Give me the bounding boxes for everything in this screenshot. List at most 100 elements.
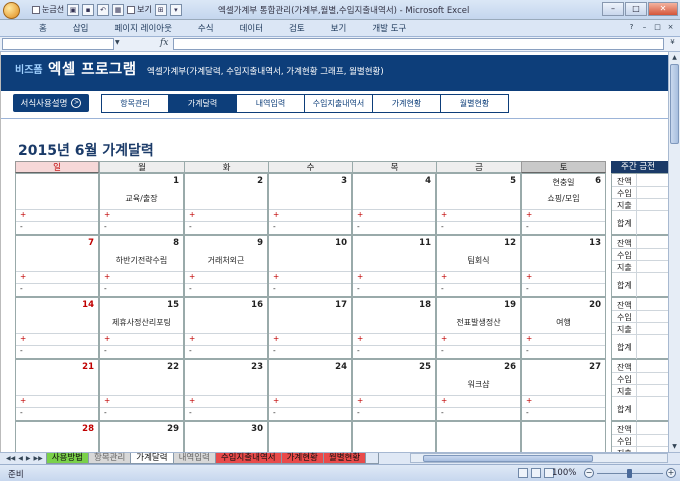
calendar-day-cell[interactable]: 1 교육/출장 + - [99, 173, 184, 235]
page-layout-view-icon[interactable] [531, 468, 541, 478]
calendar-day-cell[interactable]: 22 + - [99, 359, 184, 421]
calendar-day-cell[interactable]: +- [436, 421, 521, 452]
income-marker[interactable]: + [273, 210, 279, 219]
income-marker[interactable]: + [20, 272, 26, 281]
calendar-day-cell[interactable]: 2 + - [184, 173, 268, 235]
calendar-day-cell[interactable]: 19 전표발생정산 + - [436, 297, 521, 359]
usage-guide-button[interactable]: 서식사용설명 > [13, 94, 89, 112]
calendar-day-cell[interactable]: 24 + - [268, 359, 352, 421]
income-marker[interactable]: + [273, 334, 279, 343]
expense-marker[interactable]: - [104, 408, 107, 417]
sheet-tab[interactable]: 가계달력 [130, 453, 174, 464]
formula-input[interactable] [173, 38, 664, 50]
calendar-day-cell[interactable]: 28+- [15, 421, 99, 452]
name-box[interactable] [2, 38, 114, 50]
income-marker[interactable]: + [189, 334, 195, 343]
vertical-scrollbar[interactable]: ▲ ▼ [668, 52, 680, 452]
grid-icon[interactable]: ⊞ [154, 3, 167, 16]
horizontal-scrollbar[interactable] [410, 453, 668, 463]
calendar-day-cell[interactable]: 15 제휴사정산리포팅 + - [99, 297, 184, 359]
sheet-tab[interactable]: 월별현황 [322, 453, 367, 464]
expense-marker[interactable]: - [357, 284, 360, 293]
ribbon-restore-icon[interactable]: □ [652, 22, 663, 33]
tab-data[interactable]: 데이터 [227, 22, 276, 34]
calendar-day-cell[interactable]: 29+- [99, 421, 184, 452]
expense-marker[interactable]: - [20, 222, 23, 231]
expense-marker[interactable]: - [104, 346, 107, 355]
calendar-day-cell[interactable]: +- [15, 173, 99, 235]
zoom-out-icon[interactable]: − [584, 468, 594, 478]
calendar-day-cell[interactable]: 7 + - [15, 235, 99, 297]
minimize-button[interactable]: – [602, 2, 624, 16]
view-checkbox[interactable]: 보기 [127, 4, 152, 15]
sheet-tab[interactable]: 수입지출내역서 [214, 453, 282, 464]
next-sheet-icon[interactable]: ▶ [26, 455, 31, 462]
nav-tab-status[interactable]: 가계현황 [373, 94, 441, 113]
close-button[interactable]: ✕ [648, 2, 678, 16]
scroll-up-icon[interactable]: ▲ [669, 52, 680, 63]
tab-home[interactable]: 홈 [26, 22, 60, 34]
calendar-day-cell[interactable]: 14 + - [15, 297, 99, 359]
last-sheet-icon[interactable]: ▶▶ [33, 455, 42, 462]
expense-marker[interactable]: - [526, 408, 529, 417]
income-marker[interactable]: + [104, 334, 110, 343]
ribbon-close-icon[interactable]: × [665, 22, 676, 33]
expense-marker[interactable]: - [189, 408, 192, 417]
tab-review[interactable]: 검토 [276, 22, 318, 34]
income-marker[interactable]: + [104, 210, 110, 219]
expense-marker[interactable]: - [189, 346, 192, 355]
nav-tab-entry[interactable]: 내역입력 [237, 94, 305, 113]
income-marker[interactable]: + [273, 396, 279, 405]
tab-formulas[interactable]: 수식 [185, 22, 227, 34]
calendar-day-cell[interactable]: 30+- [184, 421, 268, 452]
calendar-day-cell[interactable]: 13 + - [521, 235, 606, 297]
nav-tab-monthly[interactable]: 월별현황 [441, 94, 509, 113]
income-marker[interactable]: + [441, 334, 447, 343]
calendar-day-cell[interactable]: +- [352, 421, 436, 452]
calendar-day-cell[interactable]: 16 + - [184, 297, 268, 359]
income-marker[interactable]: + [441, 272, 447, 281]
calendar-day-cell[interactable]: 10 + - [268, 235, 352, 297]
calendar-day-cell[interactable]: 21 + - [15, 359, 99, 421]
zoom-slider-knob[interactable] [627, 469, 632, 478]
income-marker[interactable]: + [20, 210, 26, 219]
nav-tab-items[interactable]: 항목관리 [101, 94, 169, 113]
income-marker[interactable]: + [526, 334, 532, 343]
first-sheet-icon[interactable]: ◀◀ [6, 455, 15, 462]
calendar-day-cell[interactable]: 23 + - [184, 359, 268, 421]
calendar-day-cell[interactable]: +- [268, 421, 352, 452]
expense-marker[interactable]: - [526, 346, 529, 355]
customize-dropdown-icon[interactable]: ▾ [169, 3, 182, 16]
expense-marker[interactable]: - [273, 284, 276, 293]
fx-icon[interactable]: fx [160, 38, 168, 48]
calendar-day-cell[interactable]: 4 + - [352, 173, 436, 235]
expense-marker[interactable]: - [273, 408, 276, 417]
scroll-down-icon[interactable]: ▼ [669, 441, 680, 452]
scroll-thumb[interactable] [670, 64, 679, 144]
calendar-day-cell[interactable]: 3 + - [268, 173, 352, 235]
income-marker[interactable]: + [357, 272, 363, 281]
worksheet[interactable]: 비즈폼 엑셀 프로그램 엑셀가계부(가계달력, 수입지출내역서, 가계현황 그래… [0, 52, 668, 452]
expand-formula-icon[interactable]: ¥ [667, 38, 678, 50]
help-icon[interactable]: ? [626, 22, 637, 33]
sheet-tab[interactable]: 가계현황 [280, 453, 324, 464]
income-marker[interactable]: + [526, 210, 532, 219]
table-icon[interactable]: ▦ [112, 3, 125, 16]
calendar-day-cell[interactable]: 5 + - [436, 173, 521, 235]
calendar-day-cell[interactable]: 12 팀회식 + - [436, 235, 521, 297]
income-marker[interactable]: + [189, 396, 195, 405]
expense-marker[interactable]: - [104, 222, 107, 231]
expense-marker[interactable]: - [441, 346, 444, 355]
ribbon-minimize-icon[interactable]: – [639, 22, 650, 33]
expense-marker[interactable]: - [357, 408, 360, 417]
sheet-tab[interactable]: 항목관리 [88, 453, 132, 464]
income-marker[interactable]: + [104, 272, 110, 281]
income-marker[interactable]: + [526, 396, 532, 405]
income-marker[interactable]: + [20, 334, 26, 343]
income-marker[interactable]: + [441, 396, 447, 405]
tab-insert[interactable]: 삽입 [60, 22, 102, 34]
calendar-day-cell[interactable]: 11 + - [352, 235, 436, 297]
zoom-in-icon[interactable]: + [666, 468, 676, 478]
gridlines-checkbox[interactable]: 눈금선 [32, 4, 64, 15]
normal-view-icon[interactable] [518, 468, 528, 478]
